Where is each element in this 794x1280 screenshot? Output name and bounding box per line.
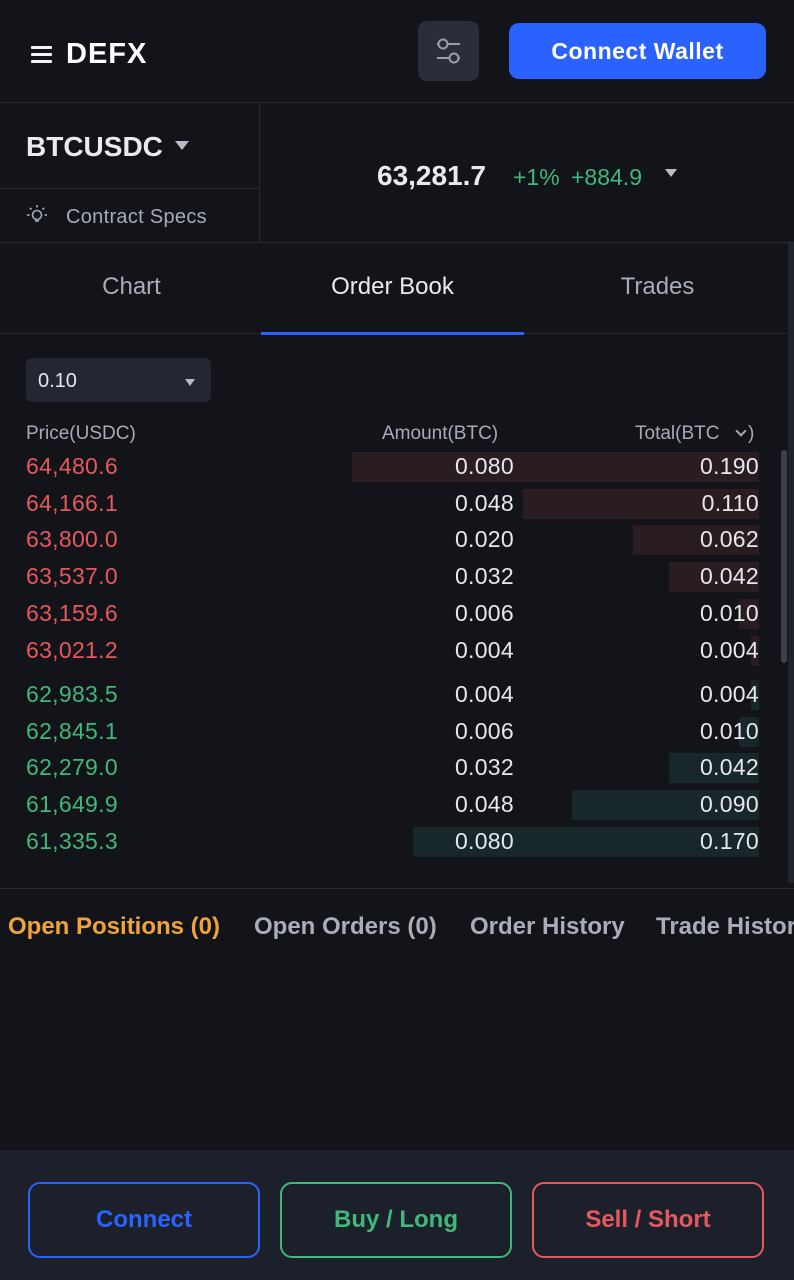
ask-price: 63,021.2 [26,637,118,663]
bid-price: 61,649.9 [26,791,118,817]
bid-total: 0.004 [699,681,759,707]
total-column-header-close: ) [748,423,755,444]
scrollbar-track[interactable] [788,243,794,883]
ask-total: 0.062 [699,526,759,552]
ask-total: 0.010 [699,600,759,626]
ask-price: 63,159.6 [26,600,118,626]
tab-order-history[interactable]: Order History [470,913,625,941]
ticker-panel: 63,281.7 +1% +884.9 [260,103,794,243]
bid-row[interactable]: 62,845.1 0.006 0.010 [0,717,790,747]
ask-amount: 0.048 [454,490,514,516]
tab-open-orders[interactable]: Open Orders (0) [254,913,437,941]
contract-specs-link[interactable]: Contract Specs [0,190,259,243]
bid-row[interactable]: 61,649.9 0.048 0.090 [0,790,790,820]
bid-amount: 0.032 [454,754,514,780]
caret-down-icon [185,379,195,386]
tab-trades[interactable]: Trades [526,243,789,334]
pair-selector[interactable]: BTCUSDC [0,103,259,189]
bid-row[interactable]: 62,983.5 0.004 0.004 [0,680,790,710]
tab-chart[interactable]: Chart [0,243,263,334]
bid-amount: 0.004 [454,681,514,707]
price-column-header: Price(USDC) [26,423,136,444]
tab-trade-history[interactable]: Trade History [656,913,794,941]
sliders-icon [437,38,460,64]
total-column-header[interactable]: Total(BTC [635,423,719,445]
ask-amount: 0.006 [454,600,514,626]
bid-price: 62,845.1 [26,718,118,744]
bid-amount: 0.048 [454,791,514,817]
ask-row[interactable]: 63,537.0 0.032 0.042 [0,562,790,592]
settings-button[interactable] [418,21,479,81]
connect-button[interactable]: Connect [28,1182,260,1258]
view-tabs: Chart Order Book Trades [0,243,790,335]
lightbulb-icon [27,205,47,222]
logo-text: DEFX [66,38,148,70]
bid-total: 0.170 [699,828,759,854]
action-bar: Connect Buy / Long Sell / Short [0,1150,794,1280]
tab-open-positions[interactable]: Open Positions (0) [8,913,220,941]
ask-amount: 0.004 [454,637,514,663]
ask-row[interactable]: 63,021.2 0.004 0.004 [0,636,790,666]
amount-column-header: Amount(BTC) [382,423,499,444]
ask-price: 63,537.0 [26,563,118,589]
ask-row[interactable]: 63,800.0 0.020 0.062 [0,525,790,555]
pair-name: BTCUSDC [26,131,163,162]
precision-select[interactable]: 0.10 [26,358,211,402]
bid-price: 62,279.0 [26,754,118,780]
hamburger-menu-icon[interactable] [31,46,52,63]
ask-amount: 0.020 [454,526,514,552]
scrollbar-thumb[interactable] [781,450,787,663]
bid-total: 0.090 [699,791,759,817]
market-selector-panel: BTCUSDC Contract Specs [0,103,260,243]
connect-wallet-button[interactable]: Connect Wallet [509,23,766,79]
ask-row[interactable]: 63,159.6 0.006 0.010 [0,599,790,629]
ask-price: 64,480.6 [26,453,118,479]
ask-total: 0.042 [699,563,759,589]
bid-price: 61,335.3 [26,828,118,854]
last-price: 63,281.7 [377,160,486,191]
precision-value: 0.10 [38,370,77,392]
tab-order-book[interactable]: Order Book [261,243,524,335]
bid-row[interactable]: 62,279.0 0.032 0.042 [0,753,790,783]
chevron-down-icon[interactable] [735,425,747,437]
ask-row[interactable]: 64,480.6 0.080 0.190 [0,452,790,482]
bid-amount: 0.006 [454,718,514,744]
bid-row[interactable]: 61,335.3 0.080 0.170 [0,827,790,857]
bid-amount: 0.080 [454,828,514,854]
sell-short-button[interactable]: Sell / Short [532,1182,764,1258]
buy-long-button[interactable]: Buy / Long [280,1182,512,1258]
positions-tabs: Open Positions (0) Open Orders (0) Order… [0,888,794,966]
ask-price: 63,800.0 [26,526,118,552]
ask-total: 0.004 [699,637,759,663]
ask-total: 0.110 [701,490,759,516]
ask-total: 0.190 [699,453,759,479]
ask-price: 64,166.1 [26,490,118,516]
app-header: DEFX Connect Wallet [0,0,794,103]
caret-down-icon [175,141,189,150]
bid-price: 62,983.5 [26,681,118,707]
contract-specs-label: Contract Specs [66,206,207,228]
bid-total: 0.042 [699,754,759,780]
bid-total: 0.010 [699,718,759,744]
ask-depth-bar [352,452,759,482]
ask-amount: 0.080 [454,453,514,479]
price-change-absolute: +884.9 [571,164,642,190]
price-change-percent: +1% [513,164,560,190]
caret-down-icon[interactable] [665,169,677,177]
ask-row[interactable]: 64,166.1 0.048 0.110 [0,489,790,519]
ask-amount: 0.032 [454,563,514,589]
